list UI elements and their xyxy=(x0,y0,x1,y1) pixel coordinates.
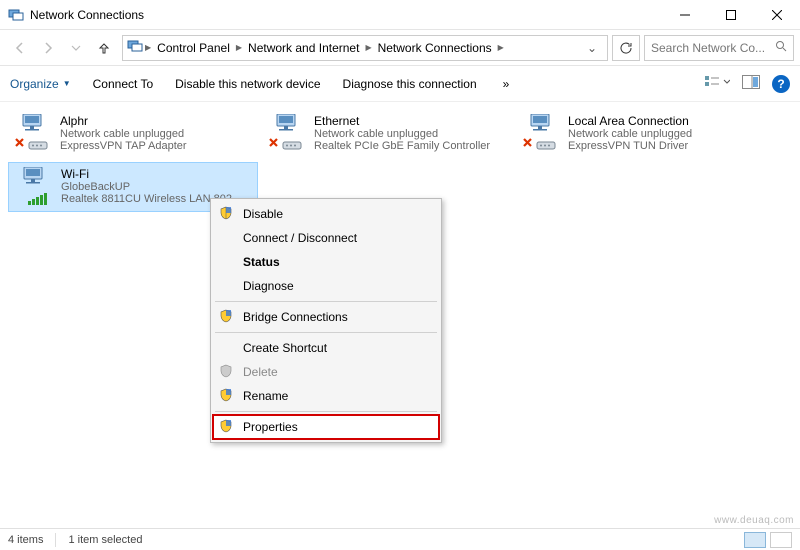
diagnose-button[interactable]: Diagnose this connection xyxy=(343,77,477,91)
details-view-button[interactable] xyxy=(744,532,766,548)
help-button[interactable]: ? xyxy=(772,75,790,93)
adapter-icon xyxy=(522,114,560,154)
view-options-button[interactable] xyxy=(704,74,730,93)
connection-status: Network cable unplugged xyxy=(314,128,490,140)
shield-icon xyxy=(219,206,233,223)
connection-status: GlobeBackUP xyxy=(61,181,241,193)
back-button[interactable] xyxy=(6,34,34,62)
chevron-right-icon: ▶ xyxy=(145,43,151,52)
maximize-button[interactable] xyxy=(708,0,754,30)
breadcrumb[interactable]: ▶ Control Panel ▶ Network and Internet ▶… xyxy=(122,35,608,61)
breadcrumb-root-icon xyxy=(127,38,143,57)
more-commands[interactable]: » xyxy=(503,77,510,91)
preview-pane-button[interactable] xyxy=(742,75,760,92)
menu-delete[interactable]: Delete xyxy=(213,360,439,384)
chevron-right-icon: ▶ xyxy=(498,43,504,52)
search-placeholder: Search Network Co... xyxy=(651,41,765,55)
shield-icon xyxy=(219,419,233,436)
item-count: 4 items xyxy=(8,534,55,546)
large-icons-view-button[interactable] xyxy=(770,532,792,548)
menu-diagnose[interactable]: Diagnose xyxy=(213,274,439,298)
selection-count: 1 item selected xyxy=(68,534,154,546)
chevron-right-icon: ▶ xyxy=(236,43,242,52)
shield-icon xyxy=(219,364,233,381)
breadcrumb-item[interactable]: Network and Internet xyxy=(244,39,363,57)
window-icon xyxy=(8,7,24,23)
breadcrumb-item[interactable]: Network Connections xyxy=(374,39,496,57)
menu-create-shortcut[interactable]: Create Shortcut xyxy=(213,336,439,360)
context-menu: Disable Connect / Disconnect Status Diag… xyxy=(210,198,442,443)
adapter-icon xyxy=(15,167,53,207)
connection-name: Ethernet xyxy=(314,114,490,128)
search-icon xyxy=(775,40,787,55)
connection-status: Network cable unplugged xyxy=(60,128,187,140)
divider xyxy=(55,533,56,547)
minimize-button[interactable] xyxy=(662,0,708,30)
connection-name: Local Area Connection xyxy=(568,114,692,128)
menu-bridge[interactable]: Bridge Connections xyxy=(213,305,439,329)
chevron-right-icon: ▶ xyxy=(365,43,371,52)
menu-properties[interactable]: Properties xyxy=(213,415,439,439)
adapter-icon xyxy=(14,114,52,154)
organize-menu[interactable]: Organize▼ xyxy=(10,77,71,91)
menu-status[interactable]: Status xyxy=(213,250,439,274)
connection-name: Wi-Fi xyxy=(61,167,241,181)
close-button[interactable] xyxy=(754,0,800,30)
connection-status: Network cable unplugged xyxy=(568,128,692,140)
address-bar: ▶ Control Panel ▶ Network and Internet ▶… xyxy=(0,30,800,66)
path-dropdown[interactable]: ⌄ xyxy=(581,41,603,55)
breadcrumb-item[interactable]: Control Panel xyxy=(153,39,234,57)
refresh-button[interactable] xyxy=(612,35,640,61)
search-input[interactable]: Search Network Co... xyxy=(644,35,794,61)
connection-item[interactable]: Alphr Network cable unplugged ExpressVPN… xyxy=(8,110,258,158)
connection-device: ExpressVPN TAP Adapter xyxy=(60,140,187,152)
shield-icon xyxy=(219,388,233,405)
shield-icon xyxy=(219,309,233,326)
connection-device: ExpressVPN TUN Driver xyxy=(568,140,692,152)
menu-separator xyxy=(215,332,437,333)
connection-item[interactable]: Local Area Connection Network cable unpl… xyxy=(516,110,766,158)
connection-item[interactable]: Ethernet Network cable unplugged Realtek… xyxy=(262,110,512,158)
menu-disable[interactable]: Disable xyxy=(213,202,439,226)
adapter-icon xyxy=(268,114,306,154)
recent-dropdown[interactable] xyxy=(62,34,90,62)
watermark: www.deuaq.com xyxy=(714,515,794,526)
status-bar: 4 items 1 item selected xyxy=(0,528,800,550)
dropdown-icon: ▼ xyxy=(63,79,71,88)
window-title: Network Connections xyxy=(30,8,662,22)
forward-button[interactable] xyxy=(34,34,62,62)
menu-separator xyxy=(215,301,437,302)
menu-rename[interactable]: Rename xyxy=(213,384,439,408)
disable-device-button[interactable]: Disable this network device xyxy=(175,77,320,91)
command-bar: Organize▼ Connect To Disable this networ… xyxy=(0,66,800,102)
up-button[interactable] xyxy=(90,34,118,62)
title-bar: Network Connections xyxy=(0,0,800,30)
connect-to-button[interactable]: Connect To xyxy=(93,77,154,91)
menu-separator xyxy=(215,411,437,412)
connection-device: Realtek PCIe GbE Family Controller xyxy=(314,140,490,152)
menu-connect-disconnect[interactable]: Connect / Disconnect xyxy=(213,226,439,250)
connection-name: Alphr xyxy=(60,114,187,128)
